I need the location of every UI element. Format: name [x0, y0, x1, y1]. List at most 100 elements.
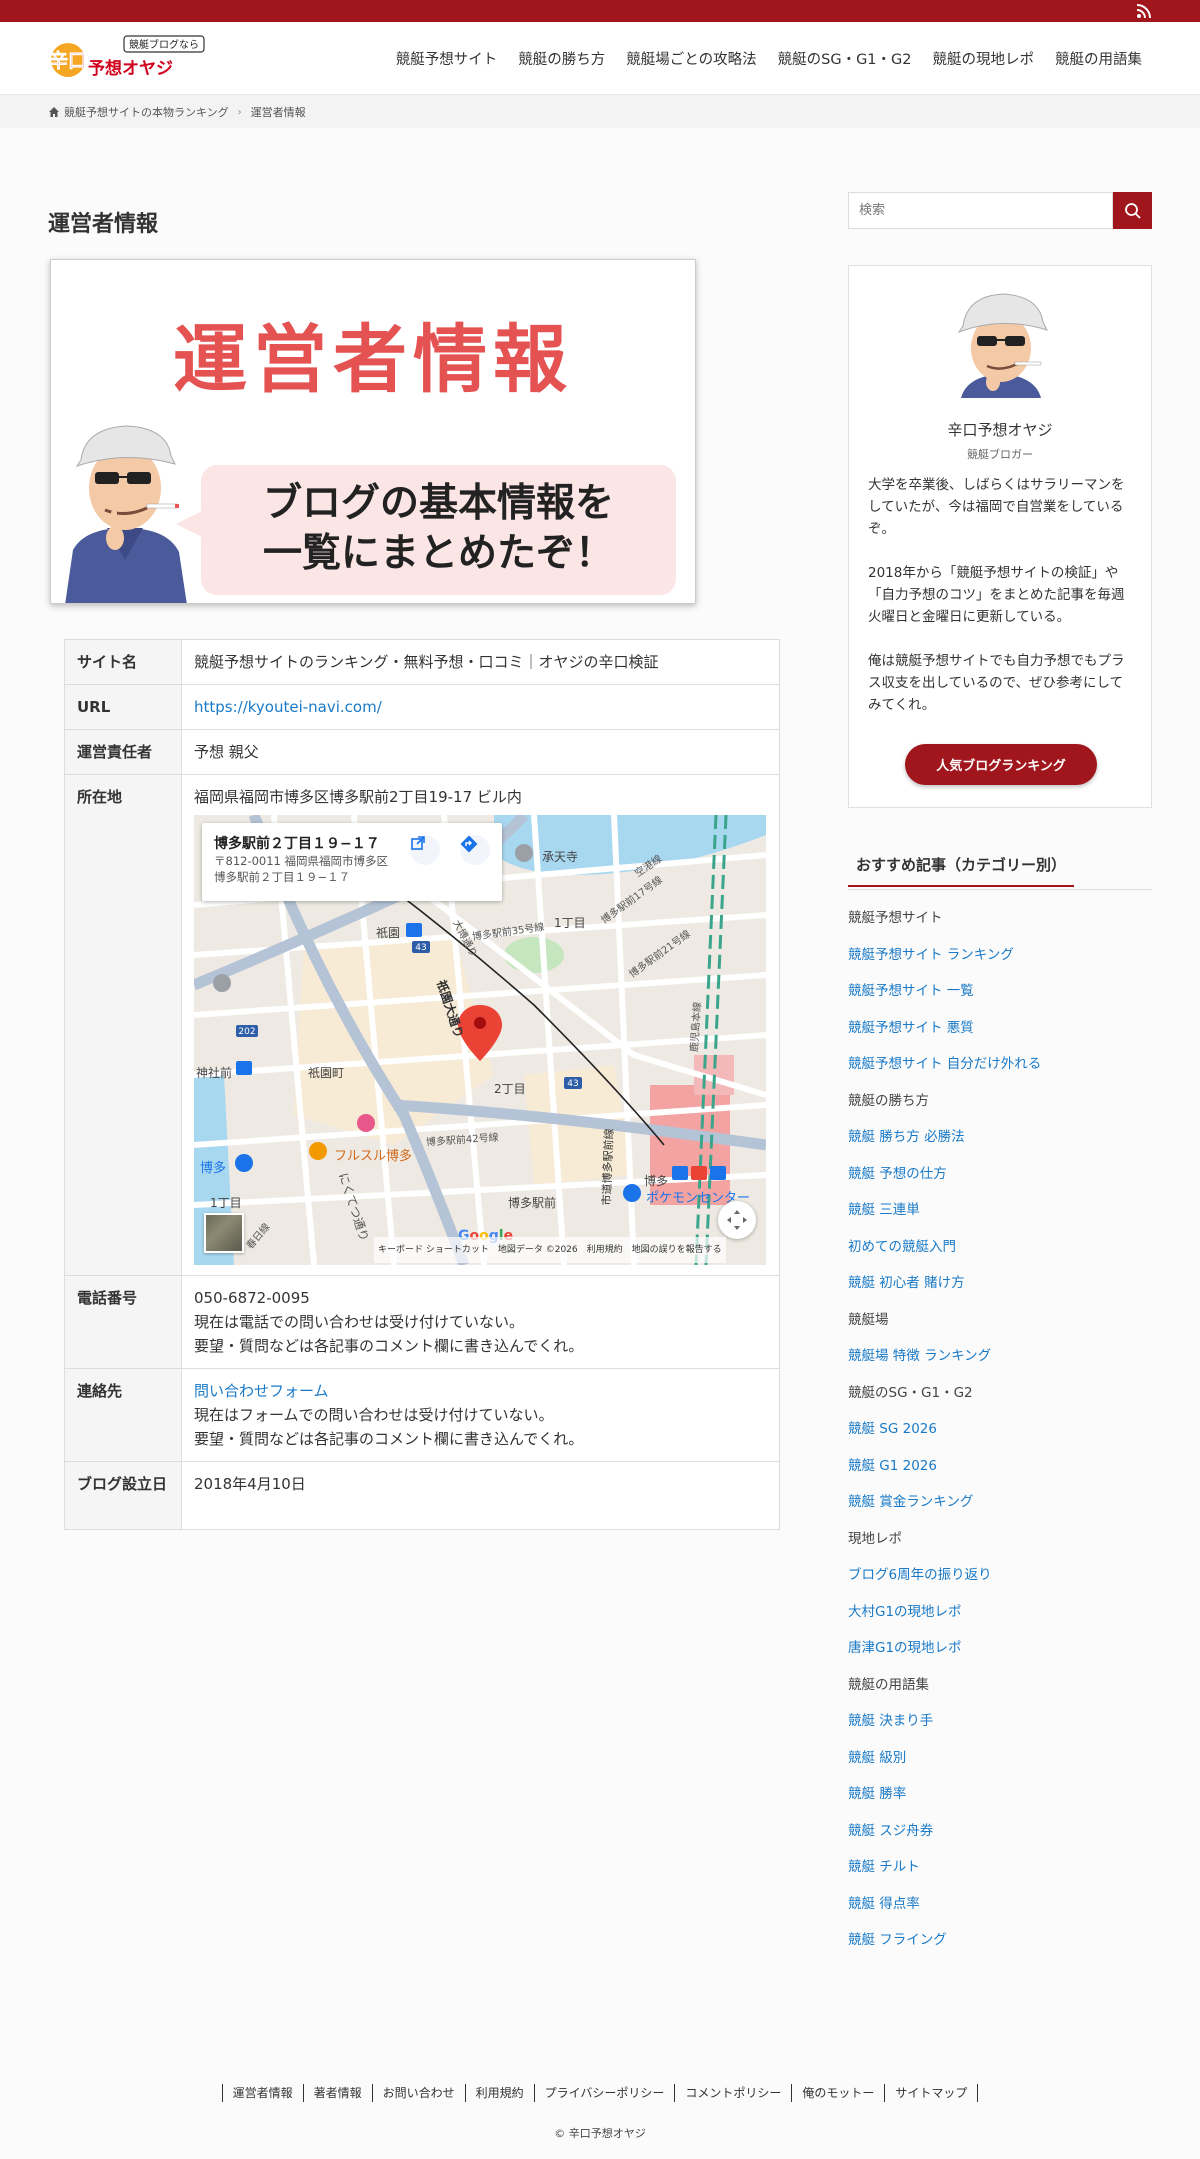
recommended-link[interactable]: 競艇 勝率 [848, 1786, 1152, 1823]
recommended-link[interactable]: 競艇 フライング [848, 1932, 1152, 1969]
recommended-link[interactable]: 競艇場 特徴 ランキング [848, 1348, 1152, 1385]
url-label: URL [64, 684, 182, 730]
profile-bio-2: 2018年から「競艇予想サイトの検証」や「自力予想のコツ」をまとめた記事を毎週火… [868, 565, 1125, 625]
profile-role: 競艇ブロガー [967, 448, 1033, 461]
established-value: 2018年4月10日 [181, 1461, 780, 1530]
google-map[interactable]: 43 43 202 祇園 祇園町 神社前 博多 博多 博多駅前 2丁目 1丁目 … [194, 815, 766, 1265]
blog-ranking-button[interactable]: 人気ブログランキング [905, 744, 1097, 785]
url-cell: https://kyoutei-navi.com/ [181, 684, 780, 730]
footer-link-operator[interactable]: 運営者情報 [221, 2084, 303, 2102]
recommended-link[interactable]: 競艇予想サイト 一覧 [848, 983, 1152, 1020]
map-label-icchome-2: 1丁目 [210, 1196, 242, 1210]
contact-cell: 問い合わせフォーム 現在はフォームでの問い合わせは受け付けていない。 要望・質問… [181, 1368, 780, 1462]
contact-form-link[interactable]: 問い合わせフォーム [194, 1382, 329, 1400]
nav-item-report[interactable]: 競艇の現地レポ [933, 48, 1035, 69]
phone-note-1: 現在は電話での問い合わせは受け付けていない。 [194, 1313, 525, 1331]
directions-icon[interactable] [460, 835, 490, 865]
map-card-address-2: 博多駅前２丁目１９−１７ [214, 870, 351, 884]
footer-link-motto[interactable]: 俺のモットー [791, 2084, 884, 2102]
recommended-link[interactable]: 初めての競艇入門 [848, 1239, 1152, 1276]
recommended-link[interactable]: 競艇 三連単 [848, 1202, 1152, 1239]
footer-link-comment-policy[interactable]: コメントポリシー [674, 2084, 791, 2102]
phone-label: 電話番号 [64, 1275, 182, 1369]
search-input[interactable] [848, 192, 1113, 229]
footer-link-sitemap[interactable]: サイトマップ [884, 2084, 979, 2102]
recommended-link[interactable]: 競艇 勝ち方 必勝法 [848, 1129, 1152, 1166]
nav-item-kachikata[interactable]: 競艇の勝ち方 [518, 48, 605, 69]
rss-icon[interactable] [1136, 3, 1152, 19]
recommended-link[interactable]: ブログ6周年の振り返り [848, 1567, 1152, 1604]
map-attribution[interactable]: キーボード ショートカット 地図データ ©2026 利用規約 地図の誤りを報告す… [374, 1237, 726, 1263]
profile-bio-3: 俺は競艇予想サイトでも自力予想でもプラス収支を出しているので、ぜひ参考にしてみて… [868, 653, 1125, 713]
nav-item-sg-g1[interactable]: 競艇のSG・G1・G2 [778, 48, 912, 69]
map-place-card: 博多駅前２丁目１９−１７ 〒812-0011 福岡県福岡市博多区 博多駅前２丁目… [202, 823, 502, 901]
eyecatch-image: 運営者情報 ブログの基本情報を 一覧にまとめたぞ！ [50, 259, 696, 604]
recommended-category: 競艇場 [848, 1311, 889, 1328]
site-logo[interactable]: 競艇ブログなら 辛口 予想オヤジ [48, 34, 212, 82]
breadcrumb-home-link[interactable]: 競艇予想サイトの本物ランキング [64, 104, 229, 120]
recommended-link[interactable]: 競艇 G1 2026 [848, 1458, 1152, 1495]
table-row: サイト名 競艇予想サイトのランキング・無料予想・口コミ｜オヤジの辛口検証 [64, 639, 780, 685]
recommended-category: 競艇の勝ち方 [848, 1092, 929, 1109]
nav-item-yoso-site[interactable]: 競艇予想サイト [396, 48, 498, 69]
operator-info-table: サイト名 競艇予想サイトのランキング・無料予想・口コミ｜オヤジの辛口検証 URL… [64, 639, 780, 1530]
avatar [957, 293, 1048, 398]
contact-label: 連絡先 [64, 1368, 182, 1462]
recommended-category: 競艇予想サイト [848, 910, 943, 926]
recommended-link[interactable]: 競艇 得点率 [848, 1896, 1152, 1933]
recommended-link[interactable]: 競艇 チルト [848, 1859, 1152, 1896]
search-button[interactable] [1113, 192, 1152, 229]
fullscreen-toggle-icon[interactable] [718, 1201, 756, 1239]
recommended-link[interactable]: 競艇予想サイト 悪質 [848, 1020, 1152, 1057]
footer-link-contact[interactable]: お問い合わせ [371, 2084, 465, 2102]
map-card-title: 博多駅前２丁目１９−１７ [214, 836, 380, 852]
eyecatch-line-2: 一覧にまとめたぞ！ [262, 530, 614, 576]
footer-link-privacy[interactable]: プライバシーポリシー [533, 2084, 675, 2102]
recommended-link[interactable]: 競艇 決まり手 [848, 1713, 1152, 1750]
recommended-link[interactable]: 競艇予想サイト 自分だけ外れる [848, 1056, 1152, 1093]
owner-label: 運営責任者 [64, 729, 182, 775]
table-row: URL https://kyoutei-navi.com/ [64, 684, 780, 730]
recommended-link[interactable]: 競艇 賞金ランキング [848, 1494, 1152, 1531]
site-name-label: サイト名 [64, 639, 182, 685]
recommended-link[interactable]: 大村G1の現地レポ [848, 1604, 1152, 1641]
svg-text:競艇ブログなら: 競艇ブログなら [129, 38, 199, 51]
contact-note-1: 現在はフォームでの問い合わせは受け付けていない。 [194, 1406, 554, 1424]
address-value: 福岡県福岡市博多区博多駅前2丁目19-17 ビル内 [194, 788, 522, 806]
footer-link-terms[interactable]: 利用規約 [464, 2084, 534, 2102]
eyecatch-title: 運営者情報 [173, 317, 573, 403]
recommended-link[interactable]: 競艇 級別 [848, 1750, 1152, 1787]
recommended-link[interactable]: 競艇 初心者 賭け方 [848, 1275, 1152, 1312]
recommended-link[interactable]: 競艇 SG 2026 [848, 1421, 1152, 1458]
site-name-value: 競艇予想サイトのランキング・無料予想・口コミ｜オヤジの辛口検証 [181, 639, 780, 685]
open-in-maps-icon[interactable] [410, 835, 440, 865]
nav-item-glossary[interactable]: 競艇の用語集 [1055, 48, 1142, 69]
route-43-shield-2: 43 [567, 1079, 578, 1089]
top-bar [0, 0, 1200, 22]
profile-bio-1: 大学を卒業後、しばらくはサラリーマンをしていたが、今は福岡で自営業をしているぞ。 [868, 477, 1125, 537]
map-label-furusuru: フルスル博多 [334, 1149, 413, 1164]
recommended-link[interactable]: 競艇予想サイト ランキング [848, 947, 1152, 984]
satellite-toggle[interactable] [204, 1213, 244, 1253]
recommended-link[interactable]: 競艇 予想の仕方 [848, 1166, 1152, 1203]
recommended-link[interactable]: 競艇 スジ舟券 [848, 1823, 1152, 1860]
table-row: 所在地 福岡県福岡市博多区博多駅前2丁目19-17 ビル内 43 43 202 … [64, 774, 780, 1276]
map-label-hakata-ekimae-dori: 市道博多駅前線 [600, 1128, 616, 1206]
recommended-category: 競艇の用語集 [848, 1676, 929, 1693]
nav-item-kyoteijo[interactable]: 競艇場ごとの攻略法 [626, 48, 756, 69]
map-label-shotenji: 承天寺 [542, 850, 579, 864]
search-icon [1124, 202, 1141, 219]
phone-value: 050-6872-0095 [194, 1289, 310, 1307]
profile-bio: 大学を卒業後、しばらくはサラリーマンをしていたが、今は福岡で自営業をしているぞ。… [868, 474, 1136, 738]
recommended-link[interactable]: 唐津G1の現地レポ [848, 1640, 1152, 1677]
breadcrumb: 競艇予想サイトの本物ランキング › 運営者情報 [0, 96, 1200, 128]
recommended-list: 競艇予想サイト競艇予想サイト ランキング 競艇予想サイト 一覧 競艇予想サイト 悪質… [848, 910, 1152, 1969]
svg-text:予想オヤジ: 予想オヤジ [88, 58, 173, 79]
route-43-shield: 43 [415, 943, 426, 953]
map-label-hakataekimae: 博多駅前 [508, 1196, 557, 1210]
home-icon [49, 107, 59, 117]
map-label-hakata-left: 博多 [200, 1161, 227, 1176]
footer-link-author[interactable]: 著者情報 [302, 2084, 372, 2102]
search-form [848, 192, 1152, 229]
url-link[interactable]: https://kyoutei-navi.com/ [194, 698, 382, 716]
